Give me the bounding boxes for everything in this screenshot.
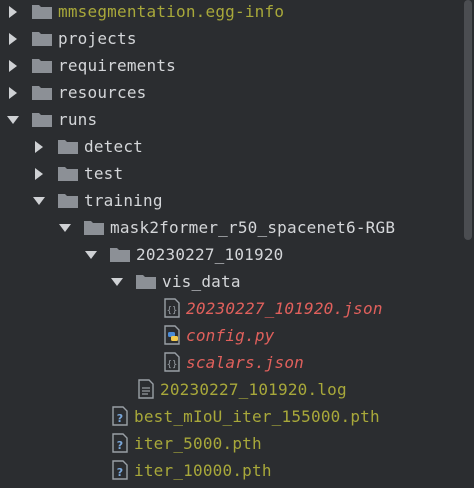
json-file-icon: {} (164, 352, 180, 372)
folder-icon (32, 113, 52, 127)
chevron-right-icon[interactable] (9, 60, 17, 72)
tree-row-resources[interactable]: resources (0, 79, 464, 106)
svg-text:{}: {} (167, 360, 178, 370)
folder-icon (58, 140, 78, 154)
tree-row-label: projects (58, 29, 137, 48)
tree-row-test[interactable]: test (0, 160, 464, 187)
chevron-right-icon[interactable] (35, 168, 43, 180)
chevron-right-icon[interactable] (9, 33, 17, 45)
folder-icon (58, 194, 78, 208)
vertical-scrollbar[interactable] (464, 0, 472, 240)
chevron-right-icon[interactable] (35, 141, 43, 153)
chevron-down-icon[interactable] (7, 116, 19, 124)
unknown-file-icon: ? (112, 406, 128, 426)
chevron-right-icon[interactable] (9, 6, 17, 18)
folder-icon (32, 5, 52, 19)
tree-row-label: 20230227_101920.json (186, 299, 383, 318)
folder-icon (84, 221, 104, 235)
tree-row-log-file[interactable]: 20230227_101920.log (0, 376, 464, 403)
tree-row-label: scalars.json (186, 353, 304, 372)
tree-row-label: iter_5000.pth (134, 434, 262, 453)
tree-row-mask2former[interactable]: mask2former_r50_spacenet6-RGB (0, 214, 464, 241)
folder-icon (58, 167, 78, 181)
chevron-down-icon[interactable] (85, 251, 97, 259)
tree-row-detect[interactable]: detect (0, 133, 464, 160)
chevron-right-icon[interactable] (9, 87, 17, 99)
tree-row-20230227-101920-folder[interactable]: 20230227_101920 (0, 241, 464, 268)
svg-text:?: ? (117, 412, 123, 425)
tree-row-scalars-json[interactable]: {} scalars.json (0, 349, 464, 376)
folder-icon (32, 59, 52, 73)
chevron-down-icon[interactable] (33, 197, 45, 205)
tree-row-runs[interactable]: runs (0, 106, 464, 133)
project-tree-window: { "tree": { "rows": [ {"label": "mmsegme… (0, 0, 474, 488)
log-file-icon (138, 379, 154, 399)
project-file-tree: mmsegmentation.egg-info projects require… (0, 0, 474, 488)
svg-text:?: ? (117, 439, 123, 452)
tree-row-projects[interactable]: projects (0, 25, 464, 52)
tree-row-label: mmsegmentation.egg-info (58, 2, 285, 21)
tree-row-vis-data[interactable]: vis_data (0, 268, 464, 295)
tree-row-label: iter_10000.pth (134, 461, 272, 480)
tree-row-requirements[interactable]: requirements (0, 52, 464, 79)
svg-text:?: ? (117, 466, 123, 479)
tree-row-label: runs (58, 110, 98, 129)
json-file-icon: {} (164, 298, 180, 318)
tree-row-label: mask2former_r50_spacenet6-RGB (110, 218, 396, 237)
tree-row-label: test (84, 164, 124, 183)
tree-row-iter-5000-pth[interactable]: ? iter_5000.pth (0, 430, 464, 457)
svg-text:{}: {} (167, 306, 178, 316)
python-file-icon (164, 325, 180, 345)
tree-row-label: 20230227_101920.log (160, 380, 347, 399)
tree-row-iter-10000-pth[interactable]: ? iter_10000.pth (0, 457, 464, 484)
chevron-down-icon[interactable] (59, 224, 71, 232)
tree-row-config-py[interactable]: config.py (0, 322, 464, 349)
tree-row-best-miou-pth[interactable]: ? best_mIoU_iter_155000.pth (0, 403, 464, 430)
tree-row-label: vis_data (162, 272, 241, 291)
unknown-file-icon: ? (112, 460, 128, 480)
folder-icon (136, 275, 156, 289)
folder-icon (110, 248, 130, 262)
folder-icon (32, 32, 52, 46)
unknown-file-icon: ? (112, 433, 128, 453)
tree-row-label: training (84, 191, 163, 210)
tree-row-label: detect (84, 137, 143, 156)
tree-row-label: requirements (58, 56, 176, 75)
tree-row-label: best_mIoU_iter_155000.pth (134, 407, 380, 426)
chevron-down-icon[interactable] (111, 278, 123, 286)
tree-row-mmsegmentation-egg-info[interactable]: mmsegmentation.egg-info (0, 0, 464, 25)
tree-row-label: config.py (186, 326, 275, 345)
tree-row-training[interactable]: training (0, 187, 464, 214)
tree-row-label: 20230227_101920 (136, 245, 284, 264)
folder-icon (32, 86, 52, 100)
tree-row-json-file[interactable]: {} 20230227_101920.json (0, 295, 464, 322)
tree-row-label: resources (58, 83, 147, 102)
